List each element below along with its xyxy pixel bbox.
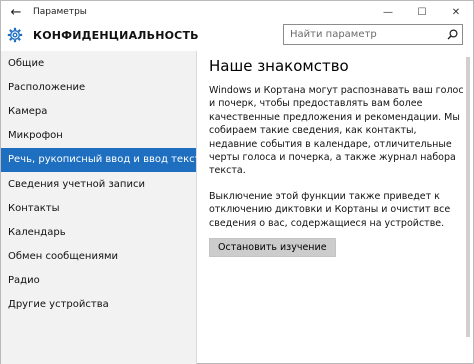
description-paragraph: Windows и Кортана могут распознавать ваш…: [209, 85, 464, 177]
sidebar-item-messaging[interactable]: Обмен сообщениями: [1, 245, 196, 269]
back-arrow-icon: ←: [10, 4, 22, 20]
stop-learning-button[interactable]: Остановить изучение: [209, 238, 336, 258]
sidebar-item-label: Сведения учетной записи: [8, 178, 145, 190]
sidebar-item-label: Календарь: [8, 226, 66, 238]
sidebar-item-speech-inking-typing[interactable]: Речь, рукописный ввод и ввод текста: [1, 147, 207, 172]
sidebar-item-label: Обмен сообщениями: [8, 251, 119, 263]
sidebar-item-other-devices[interactable]: Другие устройства: [1, 293, 196, 317]
sidebar-item-label: Радио: [8, 275, 40, 287]
minimize-icon: —: [383, 6, 393, 18]
sidebar-item-label: Камера: [8, 105, 48, 117]
sidebar-item-label: Микрофон: [8, 130, 63, 142]
sidebar-item-contacts[interactable]: Контакты: [1, 196, 196, 220]
warning-paragraph: Выключение этой функции также приведет к…: [209, 190, 451, 229]
sidebar-item-camera[interactable]: Камера: [1, 99, 196, 123]
sidebar-item-label: Контакты: [8, 202, 60, 214]
window-controls: — ☐ ✕: [371, 1, 473, 23]
sidebar-item-radios[interactable]: Радио: [1, 269, 196, 293]
sidebar-item-label: Другие устройства: [8, 299, 109, 311]
sidebar: Общие Расположение Камера Микрофон Речь,…: [1, 51, 207, 364]
back-button[interactable]: ←: [1, 1, 31, 23]
section-heading: Наше знакомство: [209, 57, 349, 75]
sidebar-item-label: Общие: [8, 57, 45, 69]
maximize-icon: ☐: [417, 6, 427, 18]
title-bar: ← Параметры — ☐ ✕: [1, 1, 473, 23]
close-button[interactable]: ✕: [439, 1, 473, 23]
sidebar-item-general[interactable]: Общие: [1, 51, 196, 75]
sidebar-item-label: Речь, рукописный ввод и ввод текста: [8, 154, 207, 166]
search-icon[interactable]: [442, 25, 462, 44]
page-title: КОНФИДЕНЦИАЛЬНОСТЬ: [33, 28, 199, 42]
sidebar-item-calendar[interactable]: Календарь: [1, 220, 196, 244]
close-icon: ✕: [451, 6, 461, 18]
window-title: Параметры: [33, 7, 87, 17]
main-content: Наше знакомство Windows и Кортана могут …: [209, 57, 464, 258]
maximize-button[interactable]: ☐: [405, 1, 439, 23]
search-box[interactable]: [283, 24, 463, 45]
sidebar-item-label: Расположение: [8, 81, 86, 93]
search-input[interactable]: [284, 29, 442, 40]
settings-window: ← Параметры — ☐ ✕ КОНФИДЕНЦИАЛЬНОСТЬ Най…: [0, 0, 474, 364]
sidebar-item-account-info[interactable]: Сведения учетной записи: [1, 172, 196, 196]
sidebar-item-location[interactable]: Расположение: [1, 75, 196, 99]
sidebar-item-microphone[interactable]: Микрофон: [1, 124, 196, 148]
minimize-button[interactable]: —: [371, 1, 405, 23]
scrollbar[interactable]: [466, 57, 470, 337]
gear-icon: [1, 23, 29, 47]
page-header: КОНФИДЕНЦИАЛЬНОСТЬ: [1, 23, 473, 47]
